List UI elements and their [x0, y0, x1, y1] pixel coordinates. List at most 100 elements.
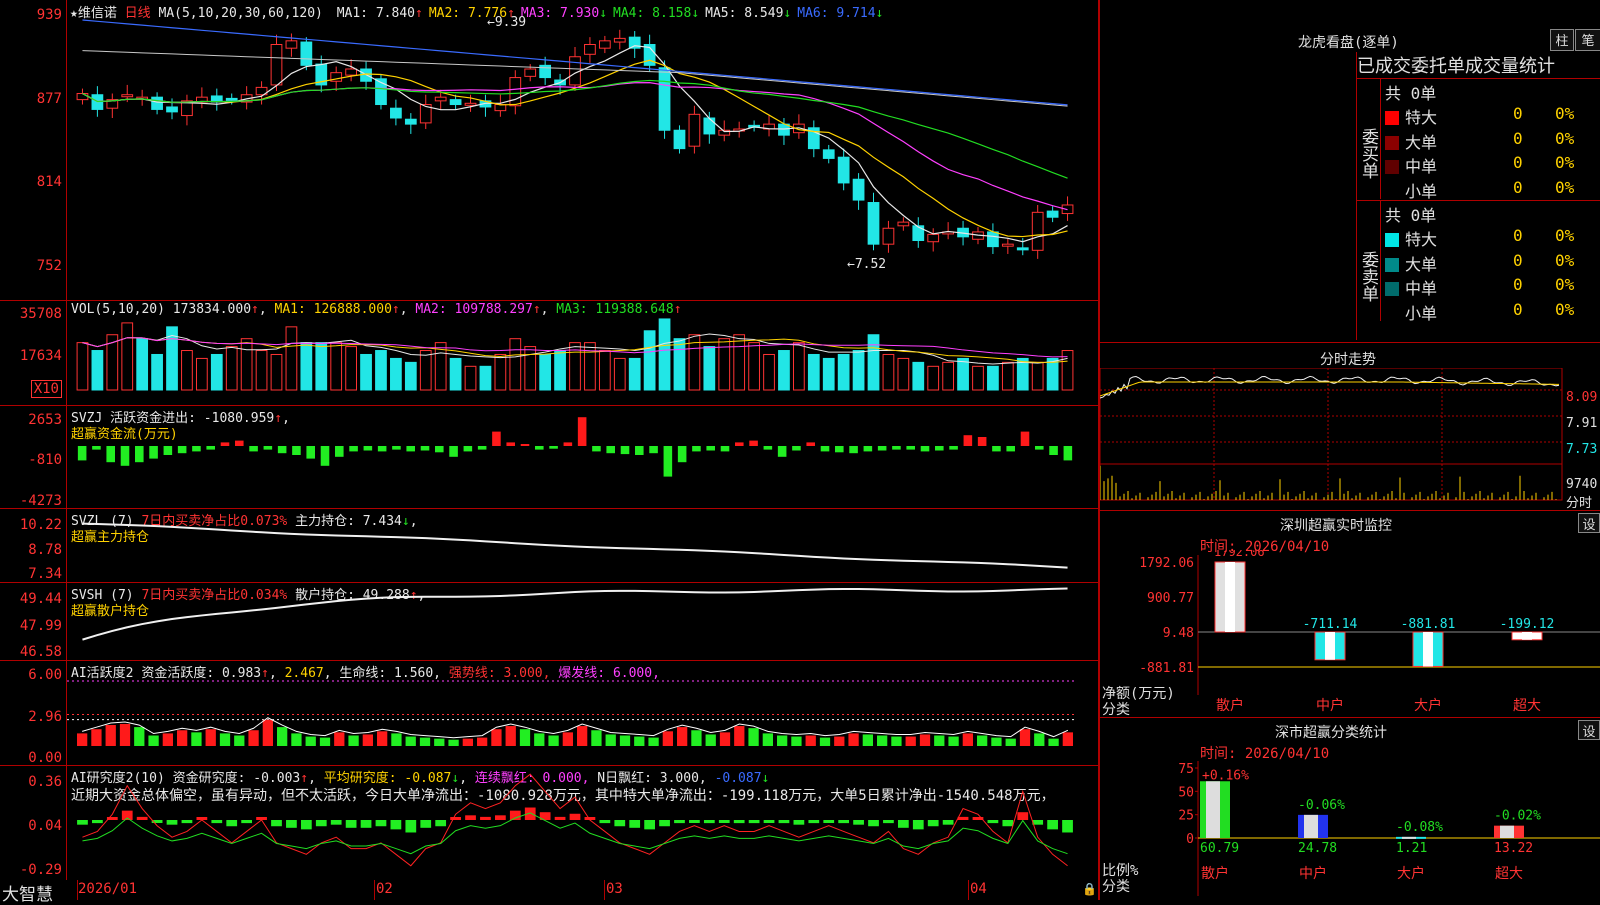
- lhkp-title: 龙虎看盘(逐单): [1298, 35, 1399, 51]
- fund-flow-bar: [563, 442, 573, 446]
- fund-flow-bar: [192, 446, 201, 452]
- volume-bar: [404, 361, 417, 391]
- order-row-大单: 大单 0 0%: [1385, 251, 1600, 275]
- activity-bar: [819, 737, 831, 746]
- activity-bar: [1019, 729, 1031, 746]
- research-bar: [271, 820, 282, 827]
- lock-icon[interactable]: 🔒: [1082, 882, 1097, 896]
- volume-bar: [554, 350, 566, 391]
- x-tick-line: [374, 880, 375, 900]
- legend-swatch: [1385, 184, 1399, 199]
- ai-active-ytick: 0.00: [28, 750, 62, 766]
- sz-net-value: -199.12: [1500, 617, 1555, 632]
- cls-change-label: -0.08%: [1396, 820, 1443, 835]
- sz-category: 超大: [1513, 698, 1541, 714]
- volume-bar: [210, 353, 223, 391]
- order-row-count: 0: [1513, 275, 1523, 294]
- order-stats-tabs[interactable]: 已成交委托单成交量统计: [1357, 52, 1600, 79]
- candle-body: [225, 97, 238, 101]
- fund-flow-bar: [292, 446, 301, 455]
- activity-bar: [191, 732, 202, 746]
- cls-value-label: 24.78: [1298, 841, 1337, 856]
- candle-body: [584, 44, 596, 55]
- volume-bar: [419, 350, 432, 391]
- activity-bar: [762, 733, 773, 746]
- activity-bar: [148, 735, 159, 746]
- sz-settings-button[interactable]: 设: [1578, 513, 1600, 533]
- cls-settings-button[interactable]: 设: [1578, 720, 1600, 740]
- fund-flow-bar: [135, 446, 144, 463]
- candle-body: [598, 40, 611, 49]
- fund-flow-bar: [235, 440, 244, 446]
- legend-swatch: [1385, 257, 1399, 272]
- volume-bar: [315, 342, 328, 391]
- svsh-ytick: 47.99: [19, 618, 62, 634]
- research-bar: [838, 820, 850, 824]
- activity-bar: [805, 735, 816, 746]
- order-row-大单: 大单 0 0%: [1385, 129, 1600, 153]
- main-chart[interactable]: ←9.39 ←7.52: [67, 0, 1098, 892]
- research-bar: [390, 820, 402, 830]
- sz-ytick: 1792.06: [1139, 556, 1194, 571]
- sz-ytick: -881.81: [1139, 661, 1194, 676]
- activity-bar: [291, 733, 302, 746]
- volume-bar: [658, 318, 671, 391]
- activity-bar: [948, 736, 959, 746]
- fund-flow-bar: [1020, 431, 1030, 446]
- research-bar: [77, 820, 88, 825]
- research-bar: [166, 820, 178, 825]
- main-holding-line: [82, 522, 1068, 569]
- candle-body: [91, 94, 104, 110]
- research-bar: [644, 820, 655, 830]
- legend-swatch: [1385, 306, 1399, 321]
- x-tick-line: [968, 880, 969, 900]
- candle-body: [285, 40, 298, 49]
- fund-flow-bar: [663, 446, 673, 477]
- x-tick-line: [604, 880, 605, 900]
- research-bar: [748, 820, 760, 824]
- activity-bar: [477, 737, 488, 746]
- intraday-chart[interactable]: [1100, 368, 1600, 508]
- activity-bar: [134, 727, 145, 746]
- column-view-button[interactable]: 柱: [1550, 29, 1574, 51]
- candle-body: [867, 202, 880, 245]
- x-tick-date: 04: [970, 881, 987, 897]
- stroke-view-button[interactable]: 笔: [1575, 29, 1600, 51]
- activity-bar: [205, 729, 216, 746]
- fund-flow-bar: [806, 442, 815, 446]
- activity-bar: [1062, 732, 1073, 746]
- research-bar: [868, 820, 879, 827]
- fund-flow-bar: [306, 446, 315, 459]
- candle-body: [613, 37, 626, 43]
- svzj-ytick: 2653: [28, 412, 62, 428]
- fund-flow-bar: [177, 446, 187, 454]
- fund-flow-bar: [606, 446, 615, 454]
- research-bar: [853, 820, 864, 825]
- cls-bar-highlight: [1304, 814, 1318, 838]
- candle-body: [390, 107, 402, 119]
- volume-bar: [151, 353, 163, 391]
- svzl-ytick: 10.22: [19, 517, 62, 533]
- kline-ytick: 939: [36, 7, 62, 23]
- activity-bar: [348, 735, 359, 746]
- research-bar: [1017, 812, 1029, 820]
- volume-bar: [778, 350, 790, 391]
- activity-bar: [319, 737, 331, 746]
- activity-bar: [877, 735, 888, 746]
- vol-unit-badge[interactable]: X10: [30, 380, 62, 398]
- order-row-count: 0: [1513, 104, 1523, 123]
- buy-total: 共 0单: [1385, 84, 1437, 103]
- bottom-bar: 大智慧 2026/01 02 03 04 🔒: [0, 880, 1098, 905]
- fund-flow-bar: [706, 446, 715, 451]
- volume-bar: [240, 338, 253, 391]
- order-row-pct: 0%: [1555, 299, 1575, 319]
- activity-bar: [562, 732, 573, 746]
- activity-bar: [448, 739, 459, 746]
- cls-bar-highlight: [1402, 836, 1416, 839]
- intraday-vol-tick: 9740: [1566, 477, 1598, 492]
- research-bar: [241, 820, 253, 824]
- fund-flow-bar: [406, 446, 415, 452]
- volume-bar: [285, 326, 298, 391]
- activity-bar: [862, 734, 873, 746]
- volume-bar: [225, 346, 238, 391]
